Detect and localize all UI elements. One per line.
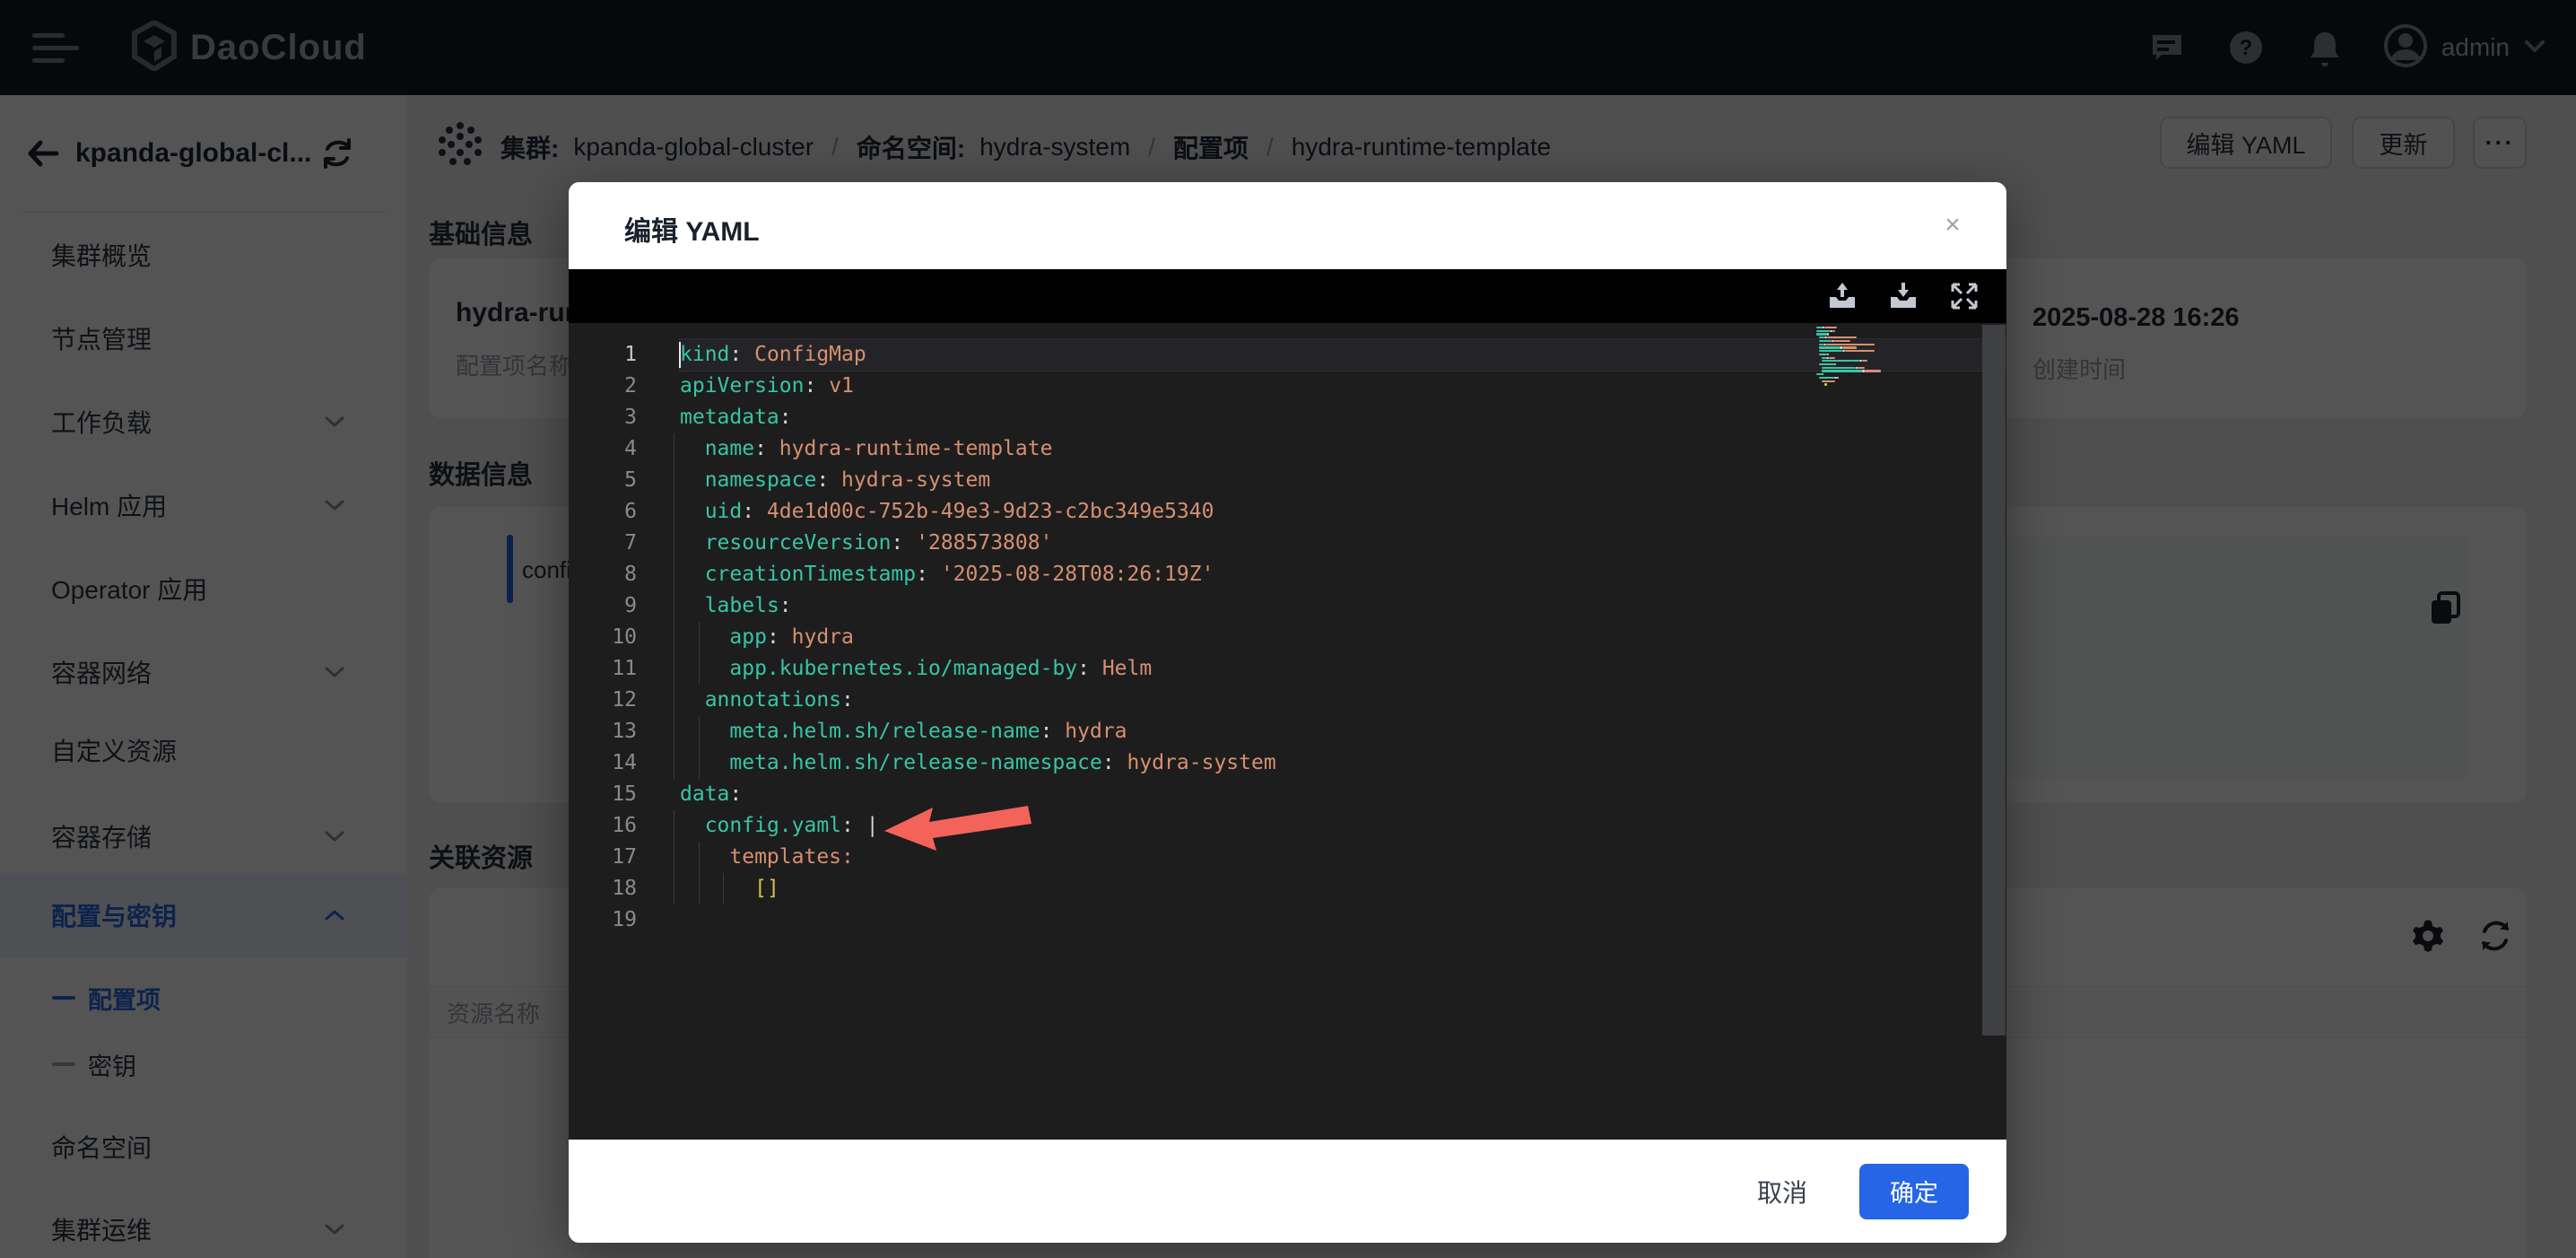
code-line[interactable]: 6 uid: 4de1d00c-752b-49e3-9d23-c2bc349e5… <box>569 496 2006 528</box>
line-number: 7 <box>569 528 637 559</box>
line-number: 17 <box>569 842 637 873</box>
download-icon[interactable] <box>1888 281 1919 311</box>
code-line[interactable]: 1kind: ConfigMap <box>569 339 2006 371</box>
code-line[interactable]: 10 app: hydra <box>569 622 2006 653</box>
app-root: DaoCloud ? admin <box>0 0 2576 1258</box>
line-number: 16 <box>569 810 637 842</box>
annotation-arrow-icon <box>881 800 1035 861</box>
line-number: 19 <box>569 904 637 936</box>
modal-title: 编辑 YAML <box>624 209 760 249</box>
code-line[interactable]: 19 <box>569 904 2006 936</box>
yaml-code-editor[interactable]: 1kind: ConfigMap2apiVersion: v13metadata… <box>569 323 2006 1140</box>
code-line[interactable]: 8 creationTimestamp: '2025-08-28T08:26:1… <box>569 559 2006 590</box>
editor-minimap[interactable] <box>1816 327 1917 479</box>
code-line[interactable]: 15data: <box>569 779 2006 810</box>
code-line[interactable]: 17 templates: <box>569 842 2006 873</box>
code-line[interactable]: 14 meta.helm.sh/release-namespace: hydra… <box>569 747 2006 779</box>
line-number: 10 <box>569 622 637 653</box>
code-line[interactable]: 7 resourceVersion: '288573808' <box>569 528 2006 559</box>
line-number: 14 <box>569 747 637 779</box>
code-line[interactable]: 18 [] <box>569 873 2006 904</box>
code-line[interactable]: 16 config.yaml: | <box>569 810 2006 842</box>
line-number: 18 <box>569 873 637 904</box>
code-line[interactable]: 11 app.kubernetes.io/managed-by: Helm <box>569 653 2006 685</box>
line-number: 2 <box>569 371 637 402</box>
code-line[interactable]: 4 name: hydra-runtime-template <box>569 433 2006 465</box>
code-line[interactable]: 13 meta.helm.sh/release-name: hydra <box>569 716 2006 747</box>
close-icon[interactable]: × <box>1935 207 1971 243</box>
code-line[interactable]: 2apiVersion: v1 <box>569 371 2006 402</box>
fullscreen-expand-icon[interactable] <box>1949 281 1980 311</box>
line-number: 12 <box>569 685 637 716</box>
confirm-button[interactable]: 确定 <box>1859 1164 1969 1219</box>
cancel-button[interactable]: 取消 <box>1757 1174 1807 1210</box>
code-line[interactable]: 12 annotations: <box>569 685 2006 716</box>
line-number: 15 <box>569 779 637 810</box>
line-number: 3 <box>569 402 637 433</box>
line-number: 5 <box>569 465 637 496</box>
code-lines: 1kind: ConfigMap2apiVersion: v13metadata… <box>569 339 2006 936</box>
line-number: 6 <box>569 496 637 528</box>
line-number: 1 <box>569 339 637 371</box>
upload-icon[interactable] <box>1827 281 1858 311</box>
code-line[interactable]: 9 labels: <box>569 590 2006 622</box>
edit-yaml-modal: 编辑 YAML × 1kind: ConfigMap2apiVersion: v… <box>569 182 2006 1243</box>
code-line[interactable]: 5 namespace: hydra-system <box>569 465 2006 496</box>
code-line[interactable]: 3metadata: <box>569 402 2006 433</box>
modal-footer: 取消 确定 <box>569 1140 2006 1243</box>
line-number: 11 <box>569 653 637 685</box>
line-number: 4 <box>569 433 637 465</box>
editor-toolbar <box>569 269 2006 323</box>
line-number: 9 <box>569 590 637 622</box>
editor-scrollbar[interactable] <box>1982 325 2006 1035</box>
line-number: 13 <box>569 716 637 747</box>
modal-header: 编辑 YAML × <box>569 182 2006 269</box>
line-number: 8 <box>569 559 637 590</box>
